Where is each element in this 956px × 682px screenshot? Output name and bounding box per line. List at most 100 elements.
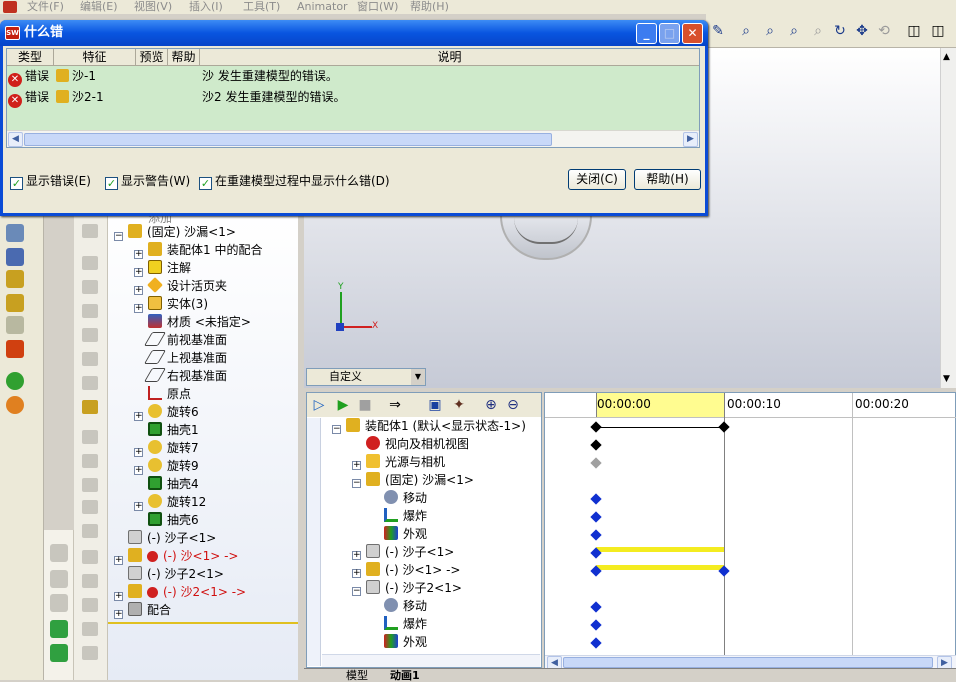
- menu-help[interactable]: 帮助(H): [410, 0, 449, 13]
- error-list-hscrollbar[interactable]: ◀ ▶: [7, 130, 699, 147]
- expand-toggle[interactable]: +: [134, 466, 143, 475]
- simulation-icon[interactable]: [6, 372, 24, 390]
- key-point[interactable]: [590, 529, 602, 541]
- tab-model[interactable]: 模型: [346, 670, 368, 681]
- scroll-thumb[interactable]: [24, 133, 552, 146]
- smart-fastener-icon[interactable]: [6, 270, 24, 288]
- tree-item-top-plane[interactable]: 上视基准面: [143, 349, 227, 367]
- key-point[interactable]: [590, 439, 602, 451]
- anim-item-hourglass[interactable]: (固定) 沙漏<1>: [366, 471, 474, 489]
- anim-item-sand1[interactable]: (-) 沙子<1>: [366, 543, 454, 561]
- key-point[interactable]: [590, 601, 602, 613]
- tree-item-sand1[interactable]: (-) 沙子<1>: [128, 529, 216, 547]
- zoom-selection-icon[interactable]: ⌕: [810, 23, 826, 39]
- key-point[interactable]: [590, 421, 602, 433]
- tree-item-mates-folder[interactable]: 配合: [128, 601, 171, 619]
- column-preview[interactable]: 预览: [136, 49, 168, 66]
- key-point[interactable]: [590, 457, 602, 469]
- animator-timeline[interactable]: 00:00:00 00:00:10 00:00:20 ◀ ▶: [544, 392, 956, 671]
- chevron-down-icon[interactable]: ▼: [411, 369, 425, 385]
- close-button[interactable]: 关闭(C): [568, 169, 626, 190]
- key-point[interactable]: [590, 493, 602, 505]
- pan-icon[interactable]: ✥: [854, 23, 870, 39]
- tree-item-solid-bodies[interactable]: 实体(3): [148, 295, 208, 313]
- expand-toggle[interactable]: +: [352, 551, 361, 560]
- error-row[interactable]: ✕ 错误: [8, 88, 49, 108]
- anim-item-sand[interactable]: (-) 沙<1> ->: [366, 561, 460, 579]
- key-point[interactable]: [590, 637, 602, 649]
- hole-tool-icon[interactable]: [50, 644, 68, 662]
- collapse-toggle[interactable]: −: [352, 479, 361, 488]
- tree-item-revolve7[interactable]: 旋转7: [148, 439, 199, 457]
- viewport-scrollbar[interactable]: ▲ ▼: [940, 48, 956, 388]
- menu-file[interactable]: 文件(F): [27, 0, 64, 13]
- mate-icon[interactable]: [6, 224, 24, 242]
- expand-toggle[interactable]: +: [114, 592, 123, 601]
- anim-item-move-2[interactable]: 移动: [384, 597, 427, 615]
- anim-item-view-camera[interactable]: 视向及相机视图: [366, 435, 469, 453]
- help-button[interactable]: 帮助(H): [634, 169, 701, 190]
- anim-item-assembly[interactable]: 装配体1 (默认<显示状态-1>): [346, 417, 526, 435]
- interference-check-icon[interactable]: [6, 340, 24, 358]
- expand-toggle[interactable]: +: [134, 448, 143, 457]
- change-bar[interactable]: [596, 547, 724, 552]
- show-warnings-checkbox[interactable]: ✓ 显示警告(W): [105, 173, 190, 190]
- tree-item-material[interactable]: 材质 <未指定>: [148, 313, 251, 331]
- menu-tools[interactable]: 工具(T): [243, 0, 280, 13]
- collapse-toggle[interactable]: −: [332, 425, 341, 434]
- collapse-toggle[interactable]: −: [352, 587, 361, 596]
- expand-toggle[interactable]: +: [134, 268, 143, 277]
- column-description[interactable]: 说明: [200, 49, 699, 66]
- change-bar[interactable]: [596, 565, 724, 570]
- scroll-right-icon[interactable]: ▶: [683, 132, 698, 147]
- calculate-icon[interactable]: ▷: [311, 397, 327, 413]
- curve-tool-icon[interactable]: [50, 620, 68, 638]
- play-icon[interactable]: ▶: [335, 397, 351, 413]
- menu-edit[interactable]: 编辑(E): [80, 0, 118, 13]
- column-feature[interactable]: 特征: [54, 49, 136, 66]
- checkbox-checked-icon[interactable]: ✓: [105, 177, 118, 190]
- minimize-icon[interactable]: _: [636, 23, 657, 44]
- anim-item-explode-2[interactable]: 爆炸: [384, 615, 427, 633]
- expand-toggle[interactable]: +: [134, 412, 143, 421]
- scroll-up-icon[interactable]: ▲: [943, 52, 950, 62]
- close-icon[interactable]: ✕: [682, 23, 703, 44]
- tree-item-shell6[interactable]: 抽壳6: [148, 511, 199, 529]
- expand-toggle[interactable]: +: [352, 569, 361, 578]
- menu-animator[interactable]: Animator: [297, 0, 348, 13]
- menu-window[interactable]: 窗口(W): [357, 0, 398, 13]
- anim-item-sand2[interactable]: (-) 沙子2<1>: [366, 579, 462, 597]
- tree-item-shell1[interactable]: 抽壳1: [148, 421, 199, 439]
- zoom-out-icon[interactable]: ⊖: [505, 397, 521, 413]
- column-help[interactable]: 帮助: [168, 49, 200, 66]
- expand-toggle[interactable]: +: [134, 304, 143, 313]
- maximize-icon[interactable]: □: [659, 23, 680, 44]
- scroll-thumb[interactable]: [563, 657, 933, 668]
- tree-item-sand2-error[interactable]: (-) 沙2<1> ->: [128, 583, 246, 601]
- roll-view-icon[interactable]: ⟲: [876, 23, 892, 39]
- tree-item-mates[interactable]: 装配体1 中的配合: [148, 241, 262, 259]
- tree-item-revolve12[interactable]: 旋转12: [148, 493, 206, 511]
- camera-icon[interactable]: [82, 400, 98, 414]
- tree-item-design-binder[interactable]: 设计活页夹: [147, 277, 227, 295]
- tree-item-shell4[interactable]: 抽壳4: [148, 475, 199, 493]
- scroll-left-icon[interactable]: ◀: [8, 132, 23, 147]
- expand-toggle[interactable]: +: [352, 461, 361, 470]
- configuration-combo[interactable]: 自定义 ▼: [306, 368, 426, 386]
- expand-toggle[interactable]: +: [134, 250, 143, 259]
- show-during-rebuild-checkbox[interactable]: ✓ 在重建模型过程中显示什么错(D): [199, 173, 390, 190]
- rotate-icon[interactable]: ↻: [832, 23, 848, 39]
- show-errors-checkbox[interactable]: ✓ 显示错误(E): [10, 173, 91, 190]
- settings-gear-icon[interactable]: [6, 396, 24, 414]
- anim-item-appearance[interactable]: 外观: [384, 525, 427, 543]
- key-point[interactable]: [590, 511, 602, 523]
- explode-line-icon[interactable]: [6, 316, 24, 334]
- key-point[interactable]: [718, 421, 730, 433]
- save-icon[interactable]: ▣: [427, 397, 443, 413]
- anim-item-appearance-2[interactable]: 外观: [384, 633, 427, 651]
- move-component-icon[interactable]: [6, 248, 24, 266]
- playback-mode-icon[interactable]: ⇒: [387, 397, 403, 413]
- expand-toggle[interactable]: +: [114, 610, 123, 619]
- tree-item-revolve6[interactable]: 旋转6: [148, 403, 199, 421]
- column-type[interactable]: 类型: [7, 49, 54, 66]
